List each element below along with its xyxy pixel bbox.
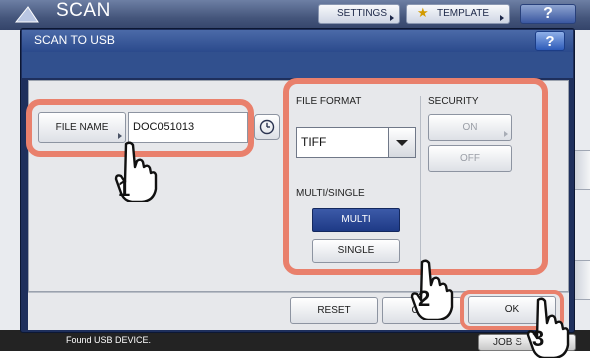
callout-highlight-step-2 <box>283 78 548 275</box>
expand-arrow-icon <box>500 15 504 21</box>
pointing-hand-icon: 2 <box>410 259 454 320</box>
pointing-hand-icon: 1 <box>114 141 158 202</box>
side-tab[interactable] <box>574 150 590 190</box>
dialog-title: SCAN TO USB <box>34 33 115 47</box>
scan-app-icon <box>14 6 39 23</box>
reset-button[interactable]: RESET <box>290 297 378 324</box>
side-tab[interactable] <box>574 260 590 300</box>
app-title: SCAN <box>56 0 111 21</box>
expand-arrow-icon <box>390 15 394 21</box>
settings-button[interactable]: SETTINGS <box>318 4 400 24</box>
step-number-3: 3 <box>532 326 544 351</box>
clock-icon <box>259 119 275 135</box>
dialog-header-band <box>22 52 573 78</box>
template-label: TEMPLATE <box>437 8 490 19</box>
star-icon: ★ <box>417 5 429 20</box>
template-button[interactable]: ★ TEMPLATE <box>406 4 510 24</box>
pointing-hand-icon: 3 <box>526 297 570 358</box>
step-number-1: 1 <box>118 176 130 201</box>
date-time-button[interactable] <box>254 114 280 140</box>
dialog-help-button[interactable]: ? <box>535 31 565 51</box>
status-message: Found USB DEVICE. <box>66 335 152 345</box>
settings-label: SETTINGS <box>337 8 388 19</box>
help-button[interactable]: ? <box>520 4 576 24</box>
step-number-2: 2 <box>418 286 430 311</box>
